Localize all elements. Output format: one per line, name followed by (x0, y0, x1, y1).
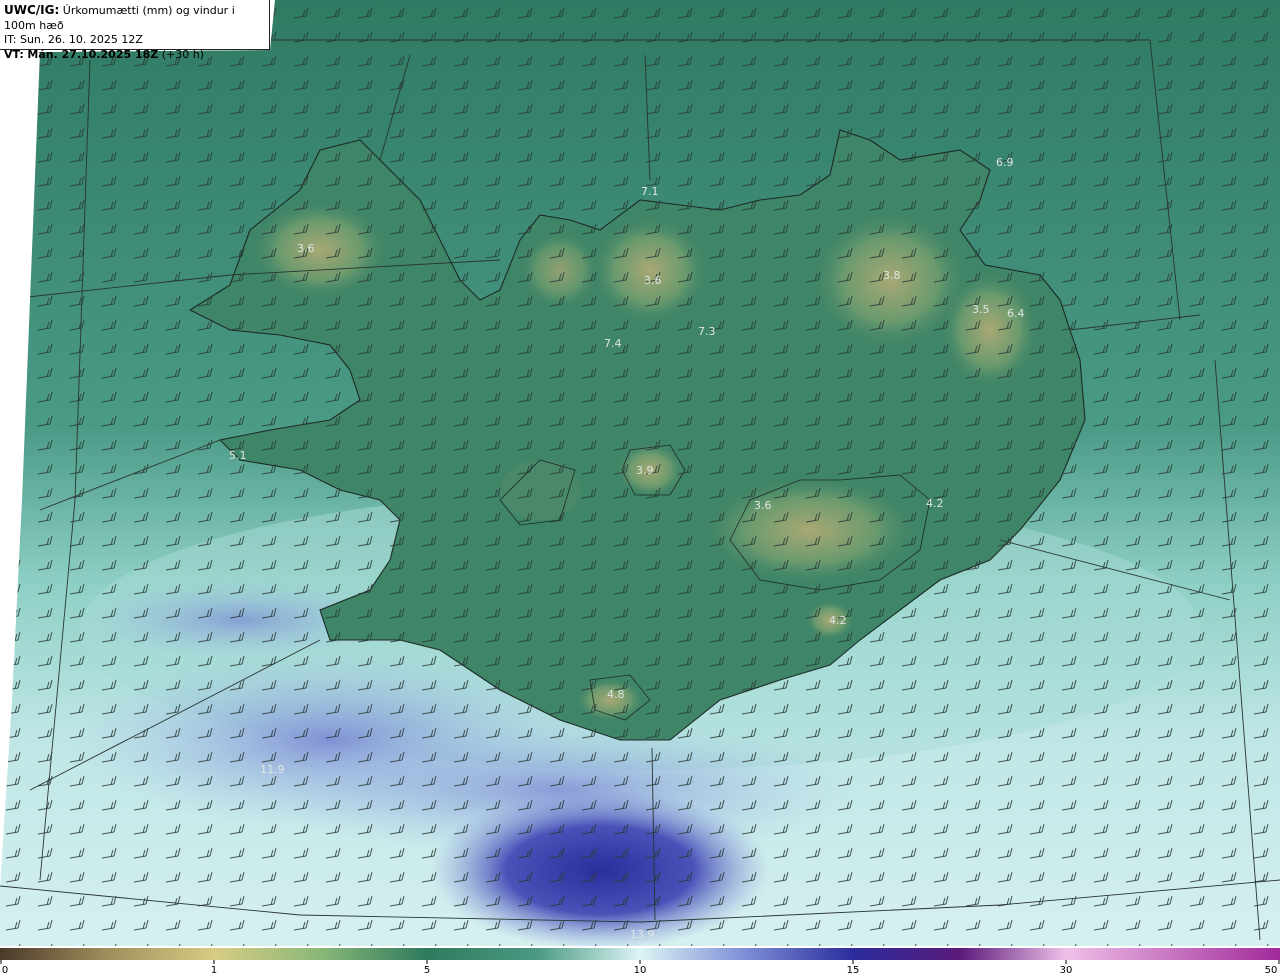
valid-time: Mán. 27.10.2025 18Z (27, 47, 159, 61)
colorbar-tick: 30 (1059, 965, 1073, 976)
precipitation-map: 3.6 7.1 3.6 7.3 7.4 6.9 3.8 3.5 6.4 5.1 … (0, 0, 1280, 946)
precip-label: 5.1 (229, 449, 247, 462)
precip-label: 7.4 (604, 337, 622, 350)
precip-label: 6.9 (996, 156, 1014, 169)
precip-label: 3.6 (754, 499, 772, 512)
lead-time: (+30 h) (161, 47, 205, 61)
precip-label: 3.9 (636, 464, 654, 477)
colorbar-tick: 5 (423, 965, 431, 976)
valid-prefix: VT: (4, 47, 24, 61)
precip-label: 3.6 (644, 274, 662, 287)
colorbar-tick: 1 (210, 965, 218, 976)
colorbar-tick: 50 (1264, 965, 1278, 976)
precip-label: 13.9 (630, 928, 655, 941)
init-prefix: IT: (4, 33, 17, 46)
precip-label: 7.1 (641, 185, 659, 198)
precip-label: 3.5 (972, 303, 990, 316)
colorbar-gradient (0, 948, 1280, 960)
weather-map-view: 3.6 7.1 3.6 7.3 7.4 6.9 3.8 3.5 6.4 5.1 … (0, 0, 1280, 978)
colorbar-tick: 15 (846, 965, 860, 976)
product-id: UWC/IG: (4, 3, 60, 17)
precip-label: 6.4 (1007, 307, 1025, 320)
colorbar-tick: 10 (633, 965, 647, 976)
precip-label: 4.2 (926, 497, 944, 510)
precip-label: 11.9 (260, 763, 285, 776)
color-scale-legend: 0 1 5 10 15 30 50 (0, 946, 1280, 978)
precip-label: 4.2 (829, 614, 847, 627)
precip-label: 3.6 (297, 242, 315, 255)
map-header: UWC/IG: Úrkomumætti (mm) og vindur i 100… (0, 0, 270, 61)
precip-label: 4.8 (607, 688, 625, 701)
init-time: Sun. 26. 10. 2025 12Z (19, 33, 143, 46)
precip-label: 7.3 (698, 325, 716, 338)
precip-label: 3.8 (883, 269, 901, 282)
colorbar-tick: 0 (1, 965, 9, 976)
